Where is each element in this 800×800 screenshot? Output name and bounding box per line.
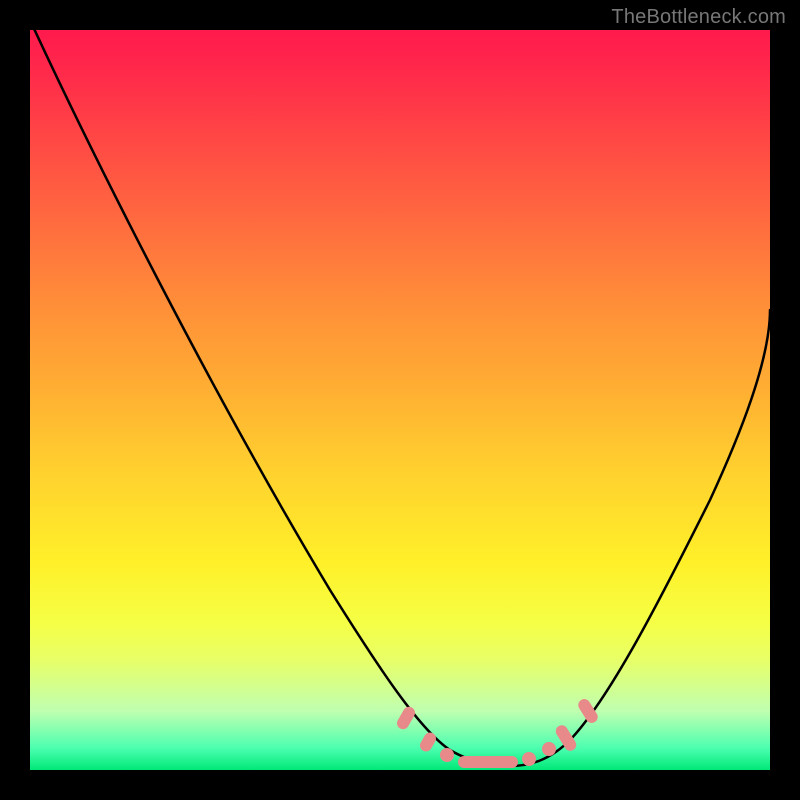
- marker-dot: [395, 705, 417, 732]
- chart-svg: [30, 30, 770, 770]
- marker-dot: [440, 748, 454, 762]
- marker-dot: [553, 723, 578, 753]
- watermark-text: TheBottleneck.com: [611, 6, 786, 29]
- marker-dot: [418, 730, 438, 753]
- marker-dot: [522, 752, 536, 766]
- marker-dot: [458, 756, 518, 768]
- marker-dot: [576, 697, 600, 725]
- bottleneck-curve: [30, 30, 770, 766]
- curve-markers: [395, 697, 600, 768]
- chart-frame: TheBottleneck.com: [0, 0, 800, 800]
- plot-area: [30, 30, 770, 770]
- marker-dot: [542, 742, 556, 756]
